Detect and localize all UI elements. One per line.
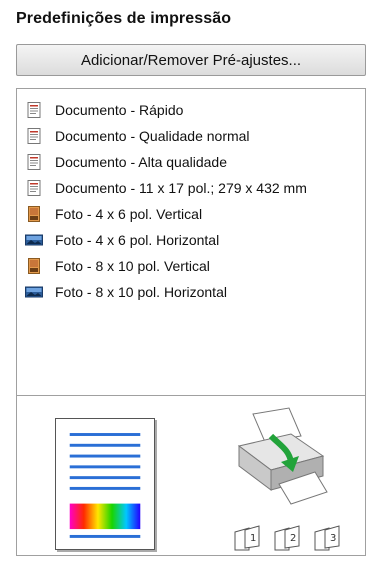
presets-list: Documento - Rápido Documento - Qualidade… [17,89,365,395]
panel-title: Predefinições de impressão [16,10,232,27]
preset-item-photo-8x10-vertical[interactable]: Foto - 8 x 10 pol. Vertical [17,253,365,279]
photo-portrait-icon [28,206,40,222]
preset-item-document-11x17[interactable]: Documento - 11 x 17 pol.; 279 x 432 mm [17,175,365,201]
add-remove-presets-button[interactable]: Adicionar/Remover Pré-ajustes... [16,44,366,76]
copies-indicator: 1 2 3 [231,524,345,552]
copy-number: 1 [250,533,256,544]
preset-label: Foto - 8 x 10 pol. Vertical [55,258,210,274]
preset-label: Foto - 8 x 10 pol. Horizontal [55,284,227,300]
preset-label: Foto - 4 x 6 pol. Horizontal [55,232,220,248]
document-icon [27,128,41,144]
preset-item-photo-4x6-horizontal[interactable]: Foto - 4 x 6 pol. Horizontal [17,227,365,253]
copy-stack-icon: 3 [314,525,340,551]
preset-item-document-normal[interactable]: Documento - Qualidade normal [17,123,365,149]
preset-item-document-fast[interactable]: Documento - Rápido [17,97,365,123]
copy-stack-icon: 2 [274,525,300,551]
preset-label: Documento - 11 x 17 pol.; 279 x 432 mm [55,180,307,196]
preset-item-photo-4x6-vertical[interactable]: Foto - 4 x 6 pol. Vertical [17,201,365,227]
preview-area: 1 2 3 [17,396,365,556]
preset-label: Documento - Alta qualidade [55,154,227,170]
copy-number: 2 [290,533,296,544]
preset-label: Foto - 4 x 6 pol. Vertical [55,206,203,222]
page-preview-icon [55,418,155,550]
copy-number: 3 [330,533,336,544]
photo-portrait-icon [28,258,40,274]
copy-stack-icon: 1 [234,525,260,551]
photo-landscape-icon [25,234,43,246]
document-icon [27,102,41,118]
preset-item-photo-8x10-horizontal[interactable]: Foto - 8 x 10 pol. Horizontal [17,279,365,305]
presets-panel: Documento - Rápido Documento - Qualidade… [16,88,366,556]
preset-label: Documento - Rápido [55,102,184,118]
printer-icon [237,407,328,505]
document-icon [27,154,41,170]
preset-item-document-high[interactable]: Documento - Alta qualidade [17,149,365,175]
preset-label: Documento - Qualidade normal [55,128,250,144]
document-icon [27,180,41,196]
photo-landscape-icon [25,286,43,298]
